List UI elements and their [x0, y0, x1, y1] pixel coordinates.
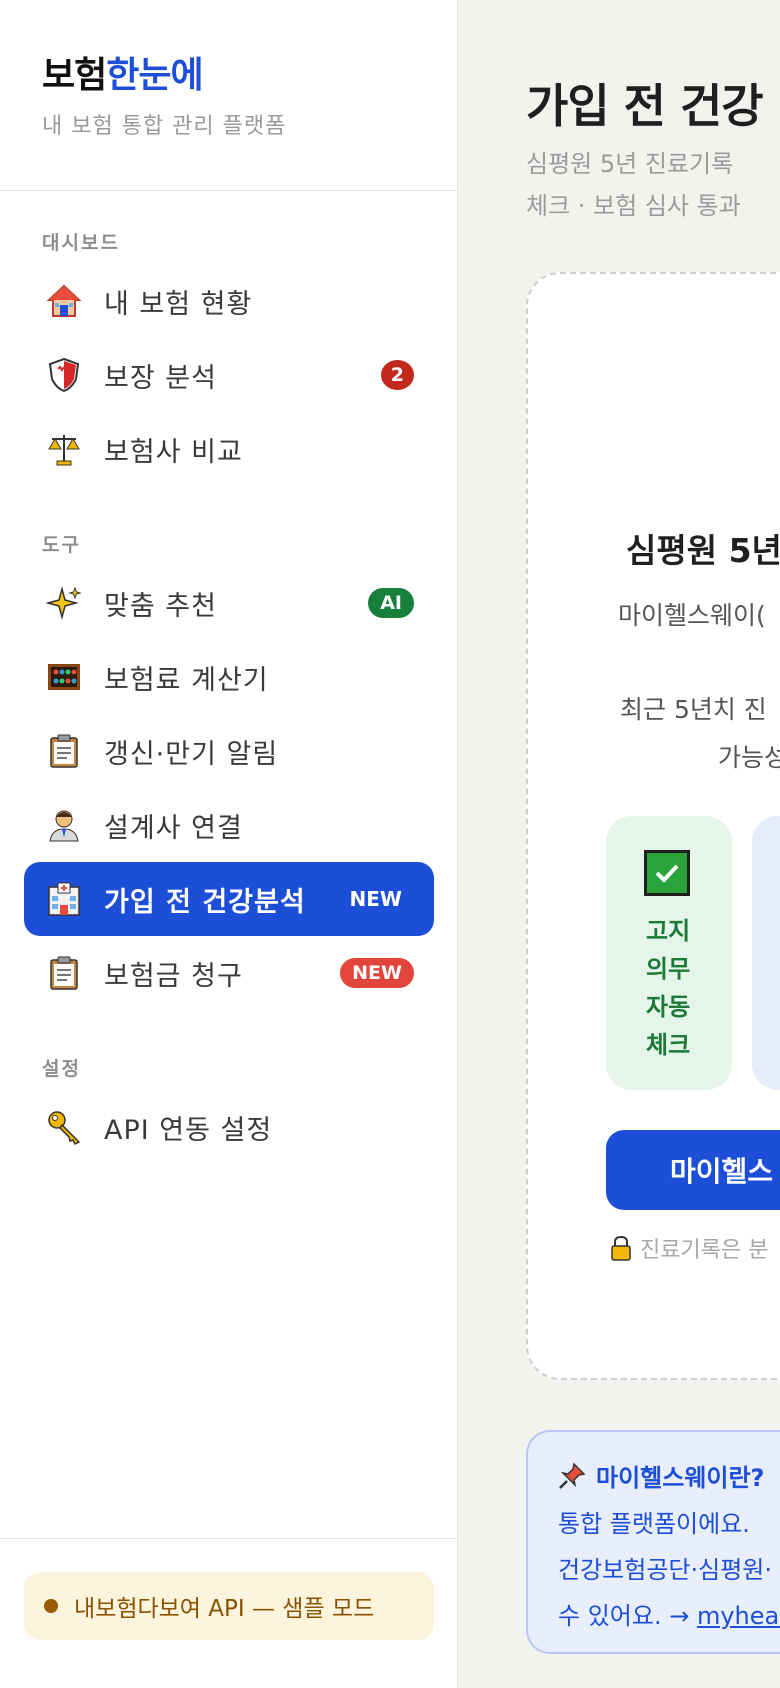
sidebar-footer-divider	[0, 1538, 458, 1539]
brand-name-part-1: 보험	[42, 55, 107, 96]
section-label-tools: 도구	[42, 534, 81, 556]
feature-label: 고지 의무 자동 체크	[646, 917, 691, 1059]
sidebar-item-recommendation[interactable]: 맞춤 추천 AI	[24, 566, 434, 640]
sidebar-item-label: 보험금 청구	[104, 960, 243, 992]
sidebar-item-claims[interactable]: 보험금 청구 NEW	[24, 936, 434, 1010]
sidebar-item-label: API 연동 설정	[104, 1114, 273, 1146]
info-line: 건강보험공단·심평원·	[558, 1556, 772, 1584]
sidebar-divider	[0, 190, 458, 191]
sidebar-item-coverage-analysis[interactable]: 보장 분석 2	[24, 338, 434, 412]
scales-icon	[46, 431, 82, 467]
sidebar-item-agent-connect[interactable]: 설계사 연결	[24, 788, 434, 862]
myhealthway-info-box: 마이헬스웨이란? 통합 플랫폼이에요. 건강보험공단·심평원· 수 있어요. →…	[526, 1430, 780, 1654]
privacy-text: 진료기록은 분	[640, 1238, 769, 1263]
card-description-line: 최근 5년치 진	[620, 695, 767, 724]
info-line-text: 수 있어요. →	[558, 1602, 697, 1630]
check-mark-icon	[644, 850, 690, 896]
page-subtitle-line-1: 심평원 5년 진료기록	[526, 150, 734, 178]
person-icon	[46, 807, 82, 843]
clipboard-icon	[46, 955, 82, 991]
clipboard-icon	[46, 733, 82, 769]
count-badge: 2	[380, 360, 414, 390]
sidebar-item-premium-calculator[interactable]: 보험료 계산기	[24, 640, 434, 714]
info-title: 마이헬스웨이란?	[558, 1458, 764, 1493]
pushpin-icon	[558, 1461, 586, 1490]
sidebar-item-insurer-compare[interactable]: 보험사 비교	[24, 412, 434, 486]
sidebar-item-my-insurance[interactable]: 내 보험 현황	[24, 264, 434, 338]
card-description-line: 가능성	[718, 743, 780, 772]
brand-title[interactable]: 보험한눈에	[42, 54, 286, 98]
key-icon	[46, 1109, 82, 1145]
sidebar-item-api-settings[interactable]: API 연동 설정	[24, 1090, 434, 1164]
main-content: 가입 전 건강 심평원 5년 진료기록 체크 · 보험 심사 통과 심평원 5년…	[458, 0, 780, 1688]
page-title: 가입 전 건강	[526, 79, 764, 133]
new-badge: NEW	[349, 887, 402, 911]
info-line: 수 있어요. → myheal	[558, 1596, 780, 1631]
feature-card-disclosure-check: 고지 의무 자동 체크	[606, 816, 732, 1090]
info-title-text: 마이헬스웨이란?	[596, 1464, 765, 1492]
info-line: 통합 플랫폼이에요.	[558, 1510, 750, 1538]
sidebar-item-label: 내 보험 현황	[104, 288, 253, 320]
feature-card-secondary	[752, 816, 780, 1090]
brand-subtitle: 내 보험 통합 관리 플랫폼	[42, 114, 287, 139]
card-title: 심평원 5년	[626, 531, 780, 570]
brand-name-part-2: 한눈에	[106, 55, 203, 96]
lock-icon	[610, 1235, 632, 1261]
card-description-line: 마이헬스웨이(	[618, 601, 766, 630]
shield-icon	[46, 357, 82, 393]
sidebar-item-label: 갱신·만기 알림	[104, 738, 279, 770]
privacy-note: 진료기록은 분	[610, 1232, 768, 1264]
sidebar-item-label: 보장 분석	[104, 362, 217, 394]
sidebar-item-label: 가입 전 건강분석	[104, 886, 306, 918]
section-label-dashboard: 대시보드	[42, 232, 120, 254]
sidebar: 보험한눈에 내 보험 통합 관리 플랫폼 대시보드 내 보험 현황 보장 분석 …	[0, 0, 458, 1688]
sidebar-item-label: 설계사 연결	[104, 812, 243, 844]
sidebar-item-pre-enrollment-health[interactable]: 가입 전 건강분석 NEW	[24, 862, 434, 936]
section-label-settings: 설정	[42, 1058, 81, 1080]
sidebar-item-label: 보험사 비교	[104, 436, 243, 468]
new-badge: NEW	[340, 958, 414, 988]
status-dot	[44, 1599, 58, 1613]
house-icon	[46, 283, 82, 319]
brand: 보험한눈에 내 보험 통합 관리 플랫폼	[42, 54, 286, 140]
sidebar-item-label: 보험료 계산기	[104, 664, 269, 696]
page-subtitle-line-2: 체크 · 보험 심사 통과	[526, 192, 741, 220]
api-mode-text: 내보험다보여 API — 샘플 모드	[74, 1596, 375, 1622]
sidebar-item-renewal-alerts[interactable]: 갱신·만기 알림	[24, 714, 434, 788]
ai-badge: AI	[368, 588, 414, 618]
sidebar-item-label: 맞춤 추천	[104, 590, 217, 622]
sparkles-icon	[46, 585, 82, 621]
myhealthway-link[interactable]: myheal	[697, 1602, 780, 1630]
abacus-icon	[46, 659, 82, 695]
hospital-icon	[46, 881, 82, 917]
myhealthway-connect-button[interactable]: 마이헬스	[606, 1130, 780, 1210]
api-mode-banner: 내보험다보여 API — 샘플 모드	[24, 1572, 434, 1640]
